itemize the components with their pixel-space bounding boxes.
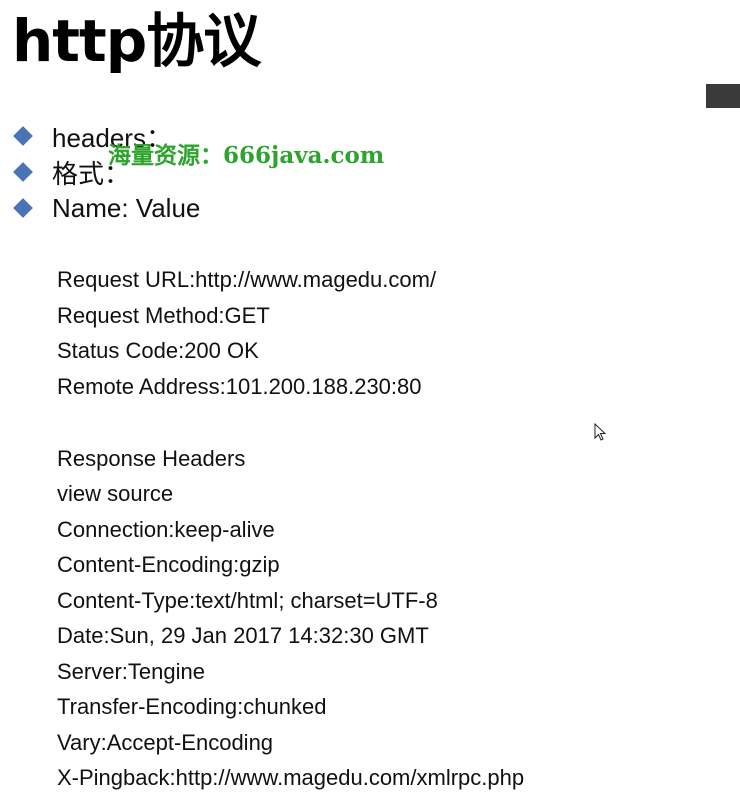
bullet-item: Name: Value [10,190,200,226]
corner-block [706,84,740,108]
response-line: Content-Type:text/html; charset=UTF-8 [57,587,438,613]
bullet-text: Name: Value [52,192,201,223]
response-line: Date:Sun, 29 Jan 2017 14:32:30 GMT [57,623,429,648]
response-line: view source [57,481,174,506]
response-line: Response Headers [57,445,246,471]
request-line: Request URL:http://www.magedu.com/ [57,267,437,292]
response-line: Connection:keep-alive [57,516,275,542]
response-line: Transfer-Encoding:chunked [57,694,327,719]
diamond-bullet-icon [13,162,33,182]
slide-title: http协议 [12,7,261,75]
mouse-pointer-icon [594,423,607,441]
response-line: X-Pingback:http://www.magedu.com/xmlrpc.… [57,765,525,790]
response-line: Content-Encoding:gzip [57,552,280,577]
bullet-list: headers： 格式： Name: Value [10,118,200,226]
header-example-block: Request URL:http://www.magedu.com/ Reque… [57,262,524,796]
request-line: Remote Address:101.200.188.230:80 [57,373,422,399]
request-line: Status Code:200 OK [57,338,259,363]
watermark-text: 海量资源：666java.com [108,142,385,169]
diamond-bullet-icon [13,126,33,146]
response-line: Vary:Accept-Encoding [57,729,274,755]
request-line: Request Method:GET [57,302,270,328]
response-line: Server:Tengine [57,658,205,684]
diamond-bullet-icon [13,198,33,218]
